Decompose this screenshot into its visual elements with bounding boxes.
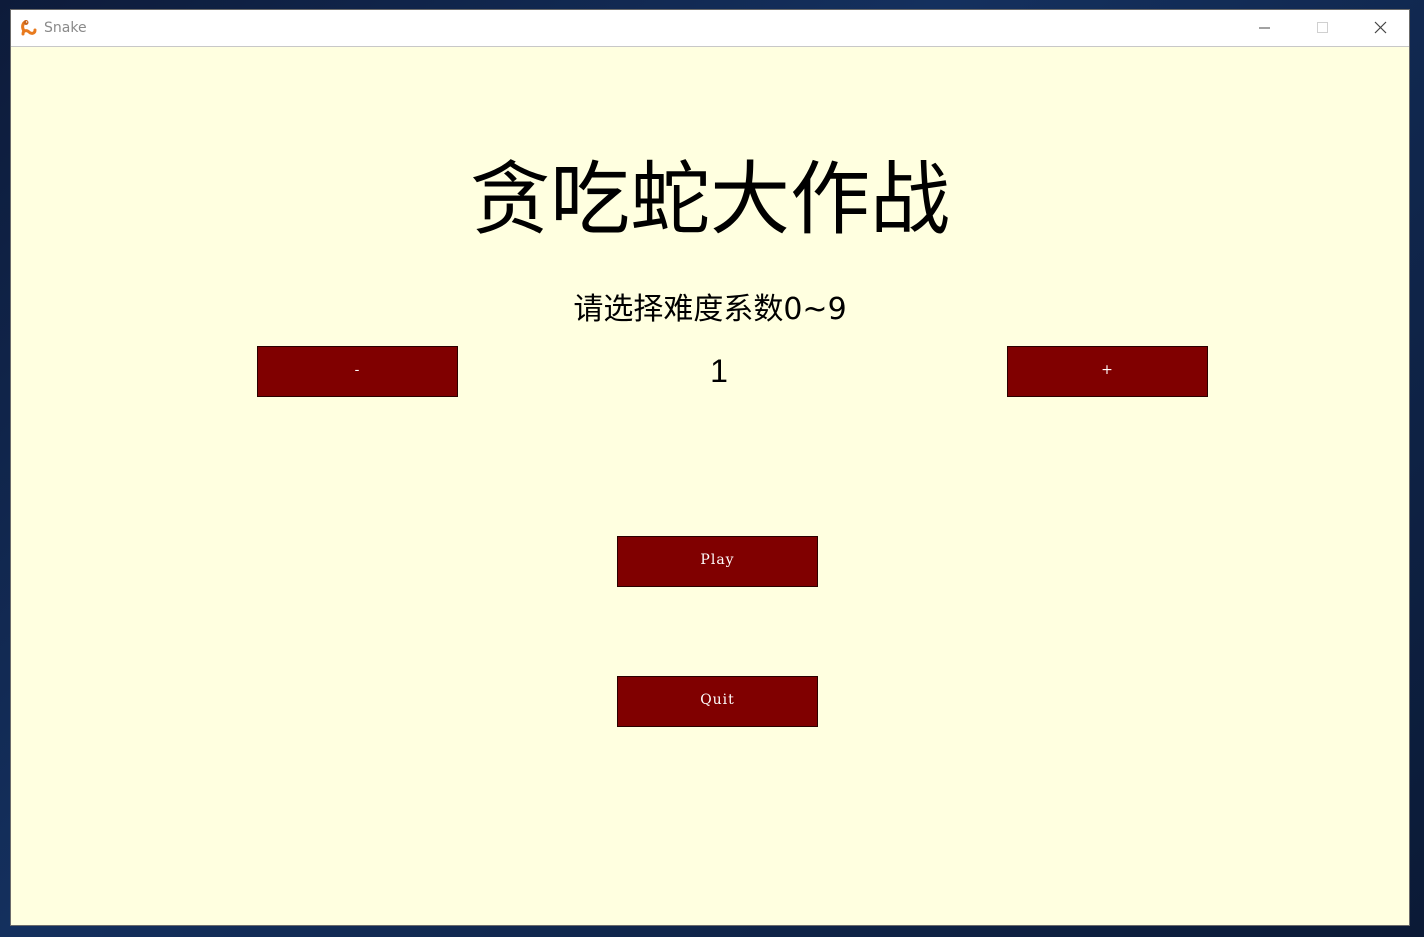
- game-title: 贪吃蛇大作战: [470, 153, 950, 246]
- quit-button[interactable]: Quit: [617, 676, 818, 727]
- difficulty-value: 1: [710, 353, 728, 389]
- window-title: Snake: [44, 20, 87, 36]
- snake-window: Snake 贪吃蛇大作战 请选择难度系数0~9 - 1 + Play Quit: [10, 9, 1410, 926]
- minimize-button[interactable]: [1235, 10, 1293, 46]
- difficulty-prompt: 请选择难度系数0~9: [573, 292, 847, 327]
- close-button[interactable]: [1351, 10, 1409, 46]
- title-bar[interactable]: Snake: [11, 10, 1409, 47]
- increase-difficulty-button[interactable]: +: [1007, 346, 1208, 397]
- decrease-difficulty-button[interactable]: -: [257, 346, 458, 397]
- snake-app-icon: [20, 19, 38, 37]
- play-button[interactable]: Play: [617, 536, 818, 587]
- game-menu: 贪吃蛇大作战 请选择难度系数0~9 - 1 + Play Quit: [11, 47, 1409, 925]
- maximize-button[interactable]: [1293, 10, 1351, 46]
